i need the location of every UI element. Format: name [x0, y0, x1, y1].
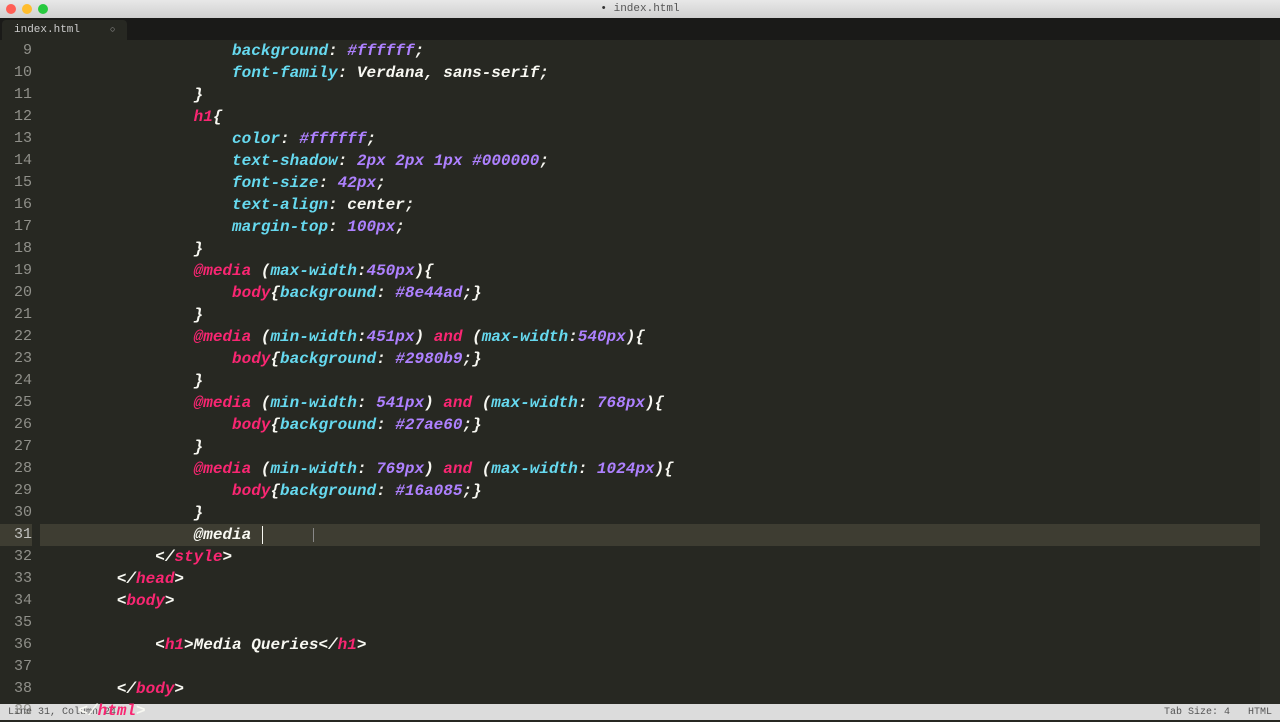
code-line[interactable]: </body> [40, 678, 1260, 700]
window-titlebar: • index.html [0, 0, 1280, 18]
line-number: 25 [0, 392, 32, 414]
line-number: 10 [0, 62, 32, 84]
code-line[interactable]: body{background: #27ae60;} [40, 414, 1260, 436]
code-line[interactable]: } [40, 304, 1260, 326]
code-line[interactable]: </html> [40, 700, 1260, 722]
line-number: 15 [0, 172, 32, 194]
tab-label: index.html [14, 24, 80, 36]
code-line[interactable]: } [40, 436, 1260, 458]
code-line[interactable] [40, 612, 1260, 634]
line-number: 35 [0, 612, 32, 634]
code-line[interactable]: text-align: center; [40, 194, 1260, 216]
code-line[interactable]: h1{ [40, 106, 1260, 128]
code-line[interactable]: } [40, 502, 1260, 524]
code-line[interactable]: body{background: #8e44ad;} [40, 282, 1260, 304]
code-line[interactable] [40, 656, 1260, 678]
code-line[interactable]: } [40, 238, 1260, 260]
window-title: • index.html [600, 3, 679, 15]
line-number: 28 [0, 458, 32, 480]
code-line[interactable]: margin-top: 100px; [40, 216, 1260, 238]
line-number: 17 [0, 216, 32, 238]
code-line[interactable]: @media (min-width:451px) and (max-width:… [40, 326, 1260, 348]
line-number: 23 [0, 348, 32, 370]
line-number: 29 [0, 480, 32, 502]
code-line[interactable]: @media (max-width:450px){ [40, 260, 1260, 282]
code-line[interactable]: @media (min-width: 769px) and (max-width… [40, 458, 1260, 480]
line-number: 33 [0, 568, 32, 590]
line-number: 26 [0, 414, 32, 436]
line-number: 16 [0, 194, 32, 216]
line-number: 12 [0, 106, 32, 128]
line-number: 13 [0, 128, 32, 150]
text-cursor [262, 526, 263, 544]
code-line[interactable]: body{background: #16a085;} [40, 480, 1260, 502]
code-line[interactable]: font-size: 42px; [40, 172, 1260, 194]
close-icon[interactable] [6, 4, 16, 14]
line-number: 19 [0, 260, 32, 282]
code-line[interactable]: </head> [40, 568, 1260, 590]
line-number: 38 [0, 678, 32, 700]
minimize-icon[interactable] [22, 4, 32, 14]
line-number: 9 [0, 40, 32, 62]
code-line[interactable]: } [40, 84, 1260, 106]
minimap[interactable] [1260, 40, 1280, 704]
line-number: 14 [0, 150, 32, 172]
maximize-icon[interactable] [38, 4, 48, 14]
tab-modified-icon: ○ [110, 25, 115, 35]
tab-index-html[interactable]: index.html ○ [2, 20, 127, 40]
code-area[interactable]: background: #ffffff; font-family: Verdan… [40, 40, 1260, 704]
code-line[interactable]: @media (min-width: 541px) and (max-width… [40, 392, 1260, 414]
line-number: 31 [0, 524, 32, 546]
tab-bar: index.html ○ [0, 18, 1280, 40]
line-number-gutter: 9101112131415161718192021222324252627282… [0, 40, 40, 704]
line-number: 20 [0, 282, 32, 304]
line-number: 27 [0, 436, 32, 458]
line-number: 34 [0, 590, 32, 612]
code-line[interactable]: } [40, 370, 1260, 392]
code-line[interactable]: text-shadow: 2px 2px 1px #000000; [40, 150, 1260, 172]
code-line[interactable]: <body> [40, 590, 1260, 612]
line-number: 18 [0, 238, 32, 260]
code-line[interactable]: background: #ffffff; [40, 40, 1260, 62]
line-number: 24 [0, 370, 32, 392]
line-number: 37 [0, 656, 32, 678]
traffic-lights [6, 4, 48, 14]
line-number: 32 [0, 546, 32, 568]
code-line[interactable]: <h1>Media Queries</h1> [40, 634, 1260, 656]
code-line[interactable]: </style> [40, 546, 1260, 568]
line-number: 11 [0, 84, 32, 106]
code-line[interactable]: @media [40, 524, 1260, 546]
code-line[interactable]: font-family: Verdana, sans-serif; [40, 62, 1260, 84]
line-number: 36 [0, 634, 32, 656]
code-line[interactable]: body{background: #2980b9;} [40, 348, 1260, 370]
line-number: 30 [0, 502, 32, 524]
line-number: 21 [0, 304, 32, 326]
code-line[interactable]: color: #ffffff; [40, 128, 1260, 150]
secondary-caret [313, 528, 314, 542]
line-number: 22 [0, 326, 32, 348]
editor: 9101112131415161718192021222324252627282… [0, 40, 1280, 704]
